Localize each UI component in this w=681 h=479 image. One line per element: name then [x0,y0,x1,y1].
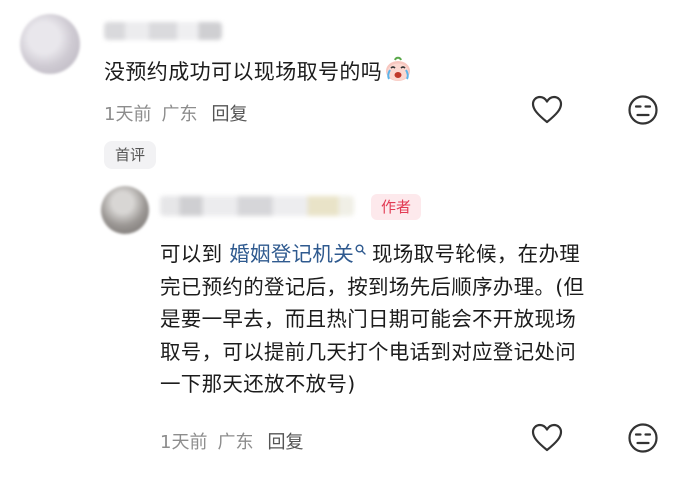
reply-prefix: 可以到 [160,242,223,266]
reply-button[interactable]: 回复 [211,104,247,125]
reply-time: 1天前 [160,432,208,453]
author-avatar[interactable] [101,186,149,234]
heart-icon [531,423,563,457]
author-badge: 作者 [371,194,422,220]
dislike-button[interactable] [625,94,661,130]
neutral-face-icon [627,94,659,130]
avatar[interactable] [20,14,80,74]
comment-text: 没预约成功可以现场取号的吗 [104,56,412,86]
blurred-author-username[interactable] [160,196,354,216]
comment-time: 1天前 [104,104,152,125]
search-icon [355,232,366,265]
reply-line-4: 取号，可以提前几天打个电话到对应登记处问 [160,339,576,364]
reply-line-3: 是要一早去，而且热门日期可能会不开放现场 [160,307,576,331]
reply-location: 广东 [217,432,254,453]
blurred-username[interactable] [104,22,222,40]
comment-meta: 1天前 广东 回复 [104,100,247,126]
reply-meta: 1天前 广东 回复 [160,428,303,454]
comment-text-content: 没预约成功可以现场取号的吗 [104,60,383,84]
reply-line-5: 一下那天还放不放号) [160,372,356,396]
comment-location: 广东 [161,104,198,125]
like-button[interactable] [529,94,565,130]
reply-line-2: 完已预约的登记后，按到场先后顺序办理。(但 [160,274,585,299]
reply-text: 可以到 婚姻登记机关 现场取号轮候，在办理 完已预约的登记后，按到场先后顺序办理… [160,232,660,401]
heart-icon [531,95,563,129]
reply-like-button[interactable] [529,422,565,458]
reply-line-1: 可以到 婚姻登记机关 现场取号轮候，在办理 [160,232,660,271]
neutral-face-icon [627,422,659,458]
reply-to-reply-button[interactable]: 回复 [267,432,303,453]
first-comment-tag: 首评 [104,141,157,169]
institution-search-link[interactable]: 婚姻登记机关 [229,242,354,266]
reply-dislike-button[interactable] [625,422,661,458]
crying-face-emoji-icon [384,56,412,82]
reply-line-1-rest: 现场取号轮候，在办理 [372,242,581,266]
